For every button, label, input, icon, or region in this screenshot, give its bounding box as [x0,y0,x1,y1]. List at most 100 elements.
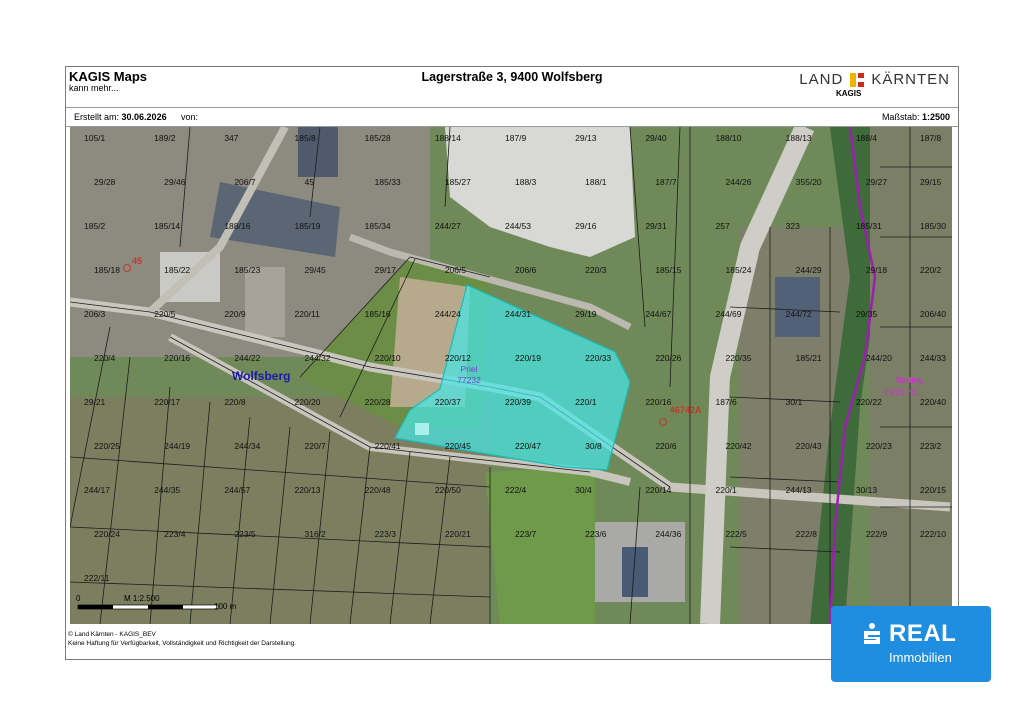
parcel-label: 244/36 [655,529,681,539]
parcel-label: 220/35 [726,353,752,363]
parcel-label: 220/25 [94,441,120,451]
map-footer: © Land Kärnten - KAGIS_BEV Keine Haftung… [66,630,296,648]
parcel-label: 244/57 [224,485,250,495]
land-kaernten-logo: LAND KÄRNTEN KAGIS [799,71,950,98]
created-label: Erstellt am: [74,112,120,122]
parcel-label: 29/18 [866,265,888,275]
parcel-label: 220/50 [435,485,461,495]
parcel-label: 206/40 [920,309,946,319]
map-sheet: KAGIS Maps kann mehr... Lagerstraße 3, 9… [65,66,959,660]
scale-bar-mid: M 1:2.500 [124,594,160,603]
parcel-label: 244/53 [505,221,531,231]
parcel-label: 29/45 [305,265,327,275]
parcel-label: 220/1 [575,397,597,407]
parcel-label: 185/30 [920,221,946,231]
map-canvas[interactable]: Priel 77232 Wolfsberg Reding 29/23 231 4… [70,127,952,624]
parcel-label: 220/37 [435,397,461,407]
s-real-immobilien-badge: REAL Immobilien [831,606,991,682]
parcel-label: 29/15 [920,177,942,187]
parcel-label: 206/5 [445,265,467,275]
parcel-label: 185/23 [234,265,260,275]
parcel-label: 30/1 [786,397,803,407]
parcel-label: 222/4 [505,485,527,495]
brand-sub: KAGIS [835,89,862,98]
disclaimer-text: Keine Haftung für Verfügbarkeit, Vollstä… [68,640,296,647]
carinthia-flag-icon [850,72,865,87]
parcel-label: 222/10 [920,529,946,539]
parcel-label: 187/6 [716,397,738,407]
orthophoto-map[interactable]: Priel 77232 Wolfsberg Reding 29/23 231 4… [70,127,952,624]
parcel-label: 29/19 [575,309,597,319]
parcel-marker [415,423,429,435]
parcel-label: 222/5 [726,529,748,539]
parcel-label: 220/45 [445,441,471,451]
parcel-label: 220/21 [445,529,471,539]
parcel-label: 220/17 [154,397,180,407]
app-subtitle: kann mehr... [69,83,119,93]
parcel-label: 220/16 [645,397,671,407]
parcel-label: 220/8 [224,397,246,407]
parcel-label: 105/1 [84,133,106,143]
parcel-label: 244/22 [234,353,260,363]
meta-row: Erstellt am: 30.06.2026 von: Maßstab: 1:… [66,108,958,127]
parcel-label: 220/9 [224,309,246,319]
parcel-label: 188/4 [856,133,878,143]
parcel-label: 220/14 [645,485,671,495]
parcel-label: 223/7 [515,529,537,539]
parcel-label: 220/12 [445,353,471,363]
parcel-label: 206/3 [84,309,106,319]
route-label-46742a: 46742A [670,405,702,415]
parcel-label: 220/43 [796,441,822,451]
author-label: von: [181,112,199,122]
parcel-label: 185/2 [84,221,106,231]
parcel-label: 189/2 [154,133,176,143]
sheet-header: KAGIS Maps kann mehr... Lagerstraße 3, 9… [66,67,958,108]
brand-right: KÄRNTEN [871,71,950,88]
parcel-label: 206/7 [234,177,256,187]
parcel-label: 223/2 [920,441,942,451]
parcel-label: 206/6 [515,265,537,275]
route-label-45: 45 [132,256,142,266]
parcel-label: 244/32 [305,353,331,363]
parcel-label: 220/28 [365,397,391,407]
parcel-label: 222/8 [796,529,818,539]
created-date: 30.06.2026 [121,112,167,122]
parcel-label: 220/33 [585,353,611,363]
parcel-label: 220/42 [726,441,752,451]
parcel-label: 220/47 [515,441,541,451]
parcel-label: 29/17 [375,265,397,275]
parcel-label: 220/13 [295,485,321,495]
parcel-label: 29/35 [856,309,878,319]
parcel-name-label: Priel [460,364,477,374]
parcel-label: 244/72 [786,309,812,319]
parcel-label: 220/5 [154,309,176,319]
parcel-label: 244/34 [234,441,260,451]
parcel-label: 185/19 [295,221,321,231]
copyright-text: © Land Kärnten - KAGIS_BEV [68,631,156,638]
parcel-label: 188/13 [786,133,812,143]
place-code-reding: 29/23 231 [884,388,920,397]
parcel-label: 244/31 [505,309,531,319]
solar-roof [775,277,820,337]
parcel-label: 188/1 [585,177,607,187]
parcel-label: 220/11 [295,309,321,319]
parcel-label: 244/19 [164,441,190,451]
parcel-label: 222/11 [84,573,110,583]
parcel-label: 188/10 [716,133,742,143]
parcel-label: 244/67 [645,309,671,319]
parcel-label: 223/5 [234,529,256,539]
parcel-label: 244/20 [866,353,892,363]
parcel-label: 220/40 [920,397,946,407]
parcel-label: 220/41 [375,441,401,451]
scale-bar-end: 100 m [214,602,237,611]
parcel-label: 185/31 [856,221,882,231]
parcel-label: 244/26 [726,177,752,187]
parcel-label: 220/20 [295,397,321,407]
parcel-label: 188/3 [515,177,537,187]
parcel-label: 244/24 [435,309,461,319]
parcel-label: 187/9 [505,133,527,143]
parcel-label: 316/2 [305,529,327,539]
parcel-label: 29/16 [575,221,597,231]
parcel-label: 185/14 [154,221,180,231]
parcel-label: 220/39 [505,397,531,407]
